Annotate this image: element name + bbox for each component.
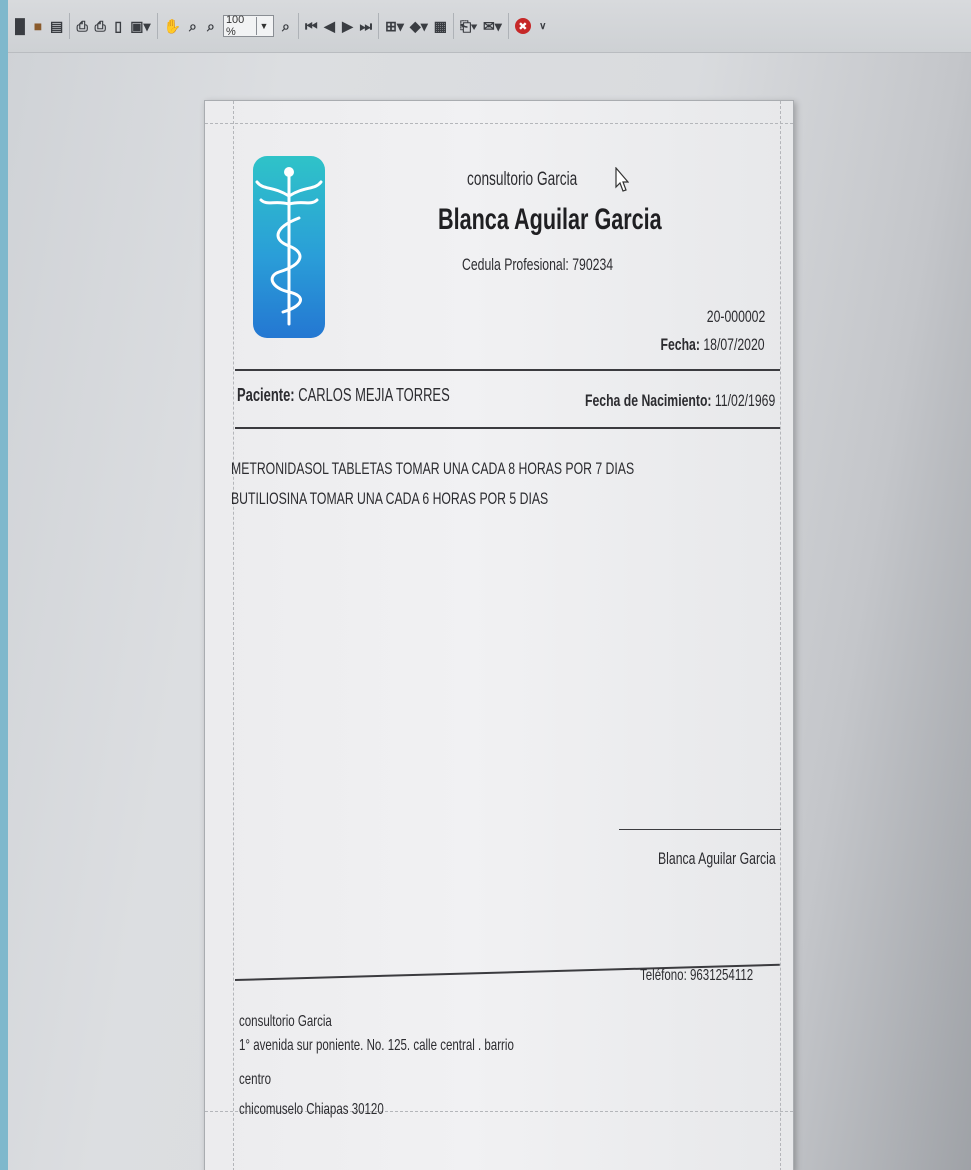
margin-guide (780, 101, 781, 1170)
open-icon[interactable]: ■ (32, 17, 44, 35)
patient-name: Paciente: CARLOS MEJIA TORRES (237, 385, 450, 406)
first-page-icon[interactable]: ⏮ (305, 17, 318, 35)
next-page-icon[interactable]: ▶ (342, 17, 354, 35)
prev-page-icon[interactable]: ◀ (324, 17, 336, 35)
patient-divider (235, 427, 780, 429)
print-preview-icon[interactable]: ⎙ (94, 17, 106, 35)
cedula-profesional: Cedula Profesional: 790234 (462, 255, 614, 274)
caduceus-icon (255, 167, 323, 326)
export-file-icon[interactable]: ⎗▾ (460, 17, 477, 35)
telefono: Teléfono: 9631254112 (639, 967, 753, 984)
toolbar-divider (297, 13, 299, 39)
page-icon[interactable]: ▤ (50, 17, 63, 35)
folio-number: 20-000002 (706, 307, 765, 326)
prescription-page: consultorio Garcia Blanca Aguilar Garcia… (204, 100, 794, 1170)
zoom-select[interactable]: 100 % ▼ (222, 14, 274, 38)
print-icon[interactable]: ⎙ (76, 17, 88, 35)
margin-guide (233, 101, 234, 1170)
last-page-icon[interactable]: ⏭ (360, 17, 373, 35)
nacimiento-label: Fecha de Nacimiento: (584, 391, 712, 410)
footer-clinic: consultorio Garcia (239, 1013, 332, 1030)
page-setup-icon[interactable]: ▯ (112, 17, 124, 35)
birth-date: Fecha de Nacimiento: 11/02/1969 (585, 391, 775, 411)
mouse-cursor-icon (615, 166, 630, 198)
multi-page-icon[interactable]: ⊞▾ (385, 17, 404, 35)
document-icon[interactable]: ▦ (434, 17, 447, 35)
issue-date: Fecha: 18/07/2020 (661, 335, 765, 355)
toolbar-divider (378, 13, 380, 39)
hand-icon[interactable]: ✋ (164, 17, 181, 35)
footer-city: chicomuselo Chiapas 30120 (239, 1101, 384, 1118)
highlight-icon[interactable]: ◆▾ (410, 17, 428, 35)
toolbar-divider (507, 13, 509, 39)
export-icon[interactable]: ▣▾ (130, 17, 150, 35)
find-icon[interactable]: █ (14, 17, 26, 35)
signature-line (619, 829, 781, 830)
footer-address: 1° avenida sur poniente. No. 125. calle … (239, 1037, 514, 1054)
footer-address-continued: centro (239, 1071, 272, 1088)
zoom-out-icon[interactable]: ⌕ (205, 17, 217, 35)
zoom-fit-icon[interactable]: ⌕ (280, 17, 292, 35)
chevron-down-icon[interactable]: ∨ (537, 17, 549, 35)
report-viewer-window: █ ■ ▤ ⎙ ⎙ ▯ ▣▾ ✋ ⌕ ⌕ 100 % ▼ ⌕ ⏮ ◀ ▶ ⏭ ⊞… (8, 0, 971, 1170)
toolbar-divider (69, 13, 71, 39)
chevron-down-icon[interactable]: ▼ (255, 17, 271, 35)
zoom-in-icon[interactable]: ⌕ (187, 17, 199, 35)
fecha-value: 18/07/2020 (700, 335, 765, 354)
signature-name: Blanca Aguilar Garcia (658, 849, 776, 868)
close-preview-icon[interactable]: ✖ (514, 18, 531, 34)
email-icon[interactable]: ✉▾ (483, 17, 502, 35)
viewer-toolbar: █ ■ ▤ ⎙ ⎙ ▯ ▣▾ ✋ ⌕ ⌕ 100 % ▼ ⌕ ⏮ ◀ ▶ ⏭ ⊞… (8, 0, 971, 53)
clinic-name: consultorio Garcia (467, 169, 578, 190)
paciente-label: Paciente: (237, 385, 295, 405)
zoom-value: 100 % (225, 14, 245, 38)
doctor-name: Blanca Aguilar Garcia (438, 203, 662, 236)
header-divider (235, 369, 780, 371)
toolbar-divider (156, 13, 158, 39)
medical-caduceus-logo (253, 156, 325, 338)
fecha-label: Fecha: (660, 335, 701, 354)
toolbar-divider (452, 13, 454, 39)
margin-guide (205, 123, 793, 124)
prescription-line: BUTILIOSINA TOMAR UNA CADA 6 HORAS POR 5… (231, 489, 549, 508)
nacimiento-value: 11/02/1969 (711, 391, 775, 410)
prescription-line: METRONIDASOL TABLETAS TOMAR UNA CADA 8 H… (231, 459, 635, 478)
paciente-value: CARLOS MEJIA TORRES (294, 385, 450, 405)
